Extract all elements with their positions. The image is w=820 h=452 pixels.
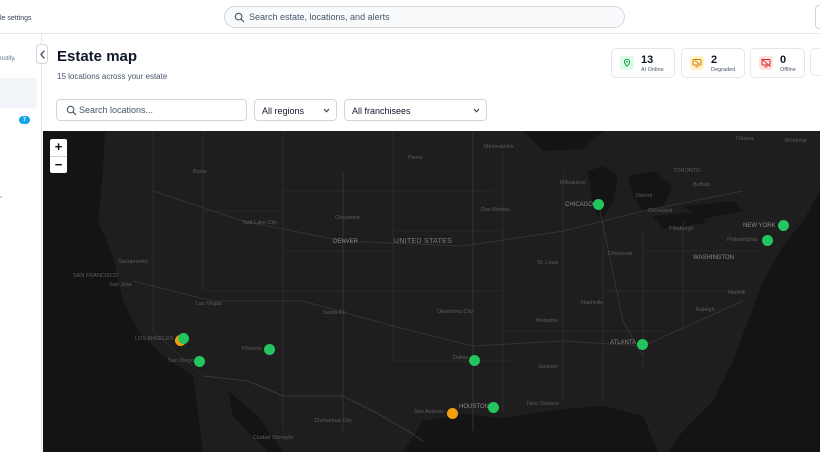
map-label: Cheyenne [335,215,361,221]
map-label: Montréal [785,138,807,144]
zoom-control: + − [50,139,67,173]
location-marker-san-antonio[interactable] [446,407,458,419]
map-label: TORONTO [673,168,701,174]
map-label: Memphis [536,318,559,324]
stat-value: 2 [711,54,718,66]
stat-more[interactable] [810,48,820,76]
map-label: Milwaukee [560,180,586,186]
location-marker-houston[interactable] [487,401,499,413]
map-label: HOUSTON [459,404,489,410]
location-marker-chicago[interactable] [592,198,604,210]
map-label: Philadelphia [727,237,757,243]
map-label: Cincinnati [608,251,633,257]
location-marker-philadelphia[interactable] [761,234,773,246]
stat-degraded[interactable]: 2 Degraded [681,48,745,78]
page-title: Estate map [57,48,138,65]
map-label: Las Vegas [196,301,222,307]
franchisee-select[interactable]: All franchisees [344,99,487,121]
zoom-in-button[interactable]: + [50,139,67,156]
stat-value: 13 [641,54,654,66]
page-subtitle: 15 locations across your estate [57,72,168,81]
map-label: Des Moines [481,207,511,213]
map-label: Nashville [581,300,604,306]
sidebar-collapse-button[interactable] [36,44,48,64]
franchisee-select-value: All franchisees [352,106,411,116]
notification-badge: 7 [19,116,30,124]
map-label: San Antonio [414,409,444,415]
location-marker-dallas[interactable] [468,354,480,366]
sidebar-text-fragment: notify, [0,56,16,62]
sidebar: notify, 7 [0,34,42,452]
location-search[interactable] [56,99,247,121]
map-label: San Diego [168,358,194,364]
search-icon [66,105,77,116]
stat-label: AI Online [641,67,664,73]
map-label: NEW YORK [743,223,776,229]
map-label: LOS ANGELES [135,336,174,342]
location-search-input[interactable] [79,103,239,117]
map-label: Ciudad Obregón [253,435,294,441]
map-label: Sacramento [118,259,148,265]
monitor-warning-icon [690,56,704,70]
map-label: SAN FRANCISCO [73,273,119,279]
map-label: WASHINGTON [693,255,735,261]
stat-label: Offline [780,67,796,73]
stat-offline[interactable]: 0 Offline [750,48,805,78]
map-label: Pierre [408,155,423,161]
stat-label: Degraded [711,67,736,73]
stat-value: 0 [780,54,787,66]
map-label: Salt Lake City [243,220,277,226]
map-label: Chihuahua City [314,418,352,424]
sidebar-item-active[interactable] [0,78,37,108]
location-marker-new-york[interactable] [777,219,789,231]
map-label: Pittsburgh [669,226,694,232]
location-marker-san-diego[interactable] [193,355,205,367]
monitor-off-icon [759,56,773,70]
stat-ai-online[interactable]: 13 AI Online [611,48,675,78]
map-label: Phoenix [242,346,262,352]
map-label: DENVER [333,239,359,245]
map-label: Detroit [636,193,653,199]
map-label: Buffalo [693,182,711,188]
chevron-down-icon [473,108,480,113]
map-label: Jackson [538,364,559,370]
global-search-input[interactable] [249,10,609,24]
region-select-value: All regions [262,106,305,116]
map-basemap [43,131,820,452]
zoom-out-button[interactable]: − [50,156,67,173]
chevron-left-icon [40,50,45,59]
map-label: UNITED STATES [394,238,453,245]
region-select[interactable]: All regions [254,99,337,121]
map-label: CHICAGO [565,202,594,208]
map-label: Santa Fe [323,310,346,316]
map-label: Ottawa [736,136,754,142]
map-label: ATLANTA [610,340,637,346]
account-button[interactable] [815,5,820,29]
estate-map[interactable]: Minneapolis Ottawa Montréal TORONTO Buff… [43,131,820,452]
global-search[interactable] [224,6,625,28]
map-pin-icon [620,56,634,70]
settings-link-fragment[interactable]: le settings [0,15,32,22]
map-label: San Jose [109,282,132,288]
map-label: Minneapolis [484,144,514,150]
location-marker-atlanta[interactable] [636,338,648,350]
top-bar: le settings [0,0,820,34]
map-label: New Orleans [527,401,559,407]
map-label: Raleigh [696,307,715,313]
map-label: Dallas [453,355,469,361]
location-marker-los-angeles-2[interactable] [177,332,189,344]
location-marker-phoenix[interactable] [263,343,275,355]
map-label: Oklahoma City [436,309,474,315]
map-label: Norfolk [728,290,746,296]
search-icon [234,12,245,23]
chevron-down-icon [323,108,330,113]
map-label: Cleveland [648,208,673,214]
map-label: St. Louis [537,260,559,266]
sidebar-divider [0,196,2,198]
map-label: Boise [193,169,207,175]
